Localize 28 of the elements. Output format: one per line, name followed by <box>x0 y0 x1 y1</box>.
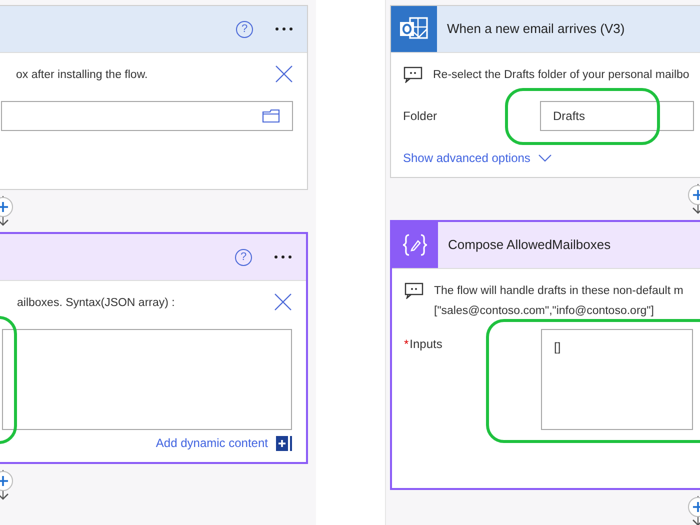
note-text: ox after installing the flow. <box>16 68 149 83</box>
text-area[interactable]: [] <box>541 329 693 430</box>
input-field[interactable] <box>1 101 293 131</box>
note-text: The flow will handle drafts in these non-default m ["sales@contoso.com","info@contoso.org"] <box>434 284 684 319</box>
close-icon[interactable] <box>275 65 293 83</box>
compose-icon <box>402 233 428 257</box>
required-mark: * <box>404 337 409 351</box>
comment-icon <box>404 281 424 299</box>
close-icon[interactable] <box>274 293 292 311</box>
field-label-text: Inputs <box>410 337 442 351</box>
folder-icon[interactable] <box>262 109 280 123</box>
help-icon[interactable]: ? <box>235 248 252 266</box>
card-title: Compose AllowedMailboxes <box>448 236 611 254</box>
card-title: When a new email arrives (V3) <box>447 20 625 38</box>
more-icon[interactable] <box>275 27 293 31</box>
note-text: Re-select the Drafts folder of your personal mailbo <box>433 68 690 83</box>
link[interactable]: Add dynamic content <box>156 434 268 452</box>
field-label-text: Folder <box>403 109 438 123</box>
comment-icon <box>403 65 423 83</box>
input-field[interactable]: Drafts <box>540 101 694 131</box>
link[interactable]: Show advanced options <box>403 149 530 167</box>
note-text: ailboxes. Syntax(JSON array) : <box>17 296 176 311</box>
help-icon[interactable]: ? <box>236 20 253 38</box>
field-value: [] <box>554 339 561 356</box>
chevron-down-icon[interactable] <box>538 154 552 162</box>
more-icon[interactable] <box>274 255 292 259</box>
add-dynamic-icon[interactable] <box>276 436 292 450</box>
field-value: Drafts <box>553 108 586 125</box>
